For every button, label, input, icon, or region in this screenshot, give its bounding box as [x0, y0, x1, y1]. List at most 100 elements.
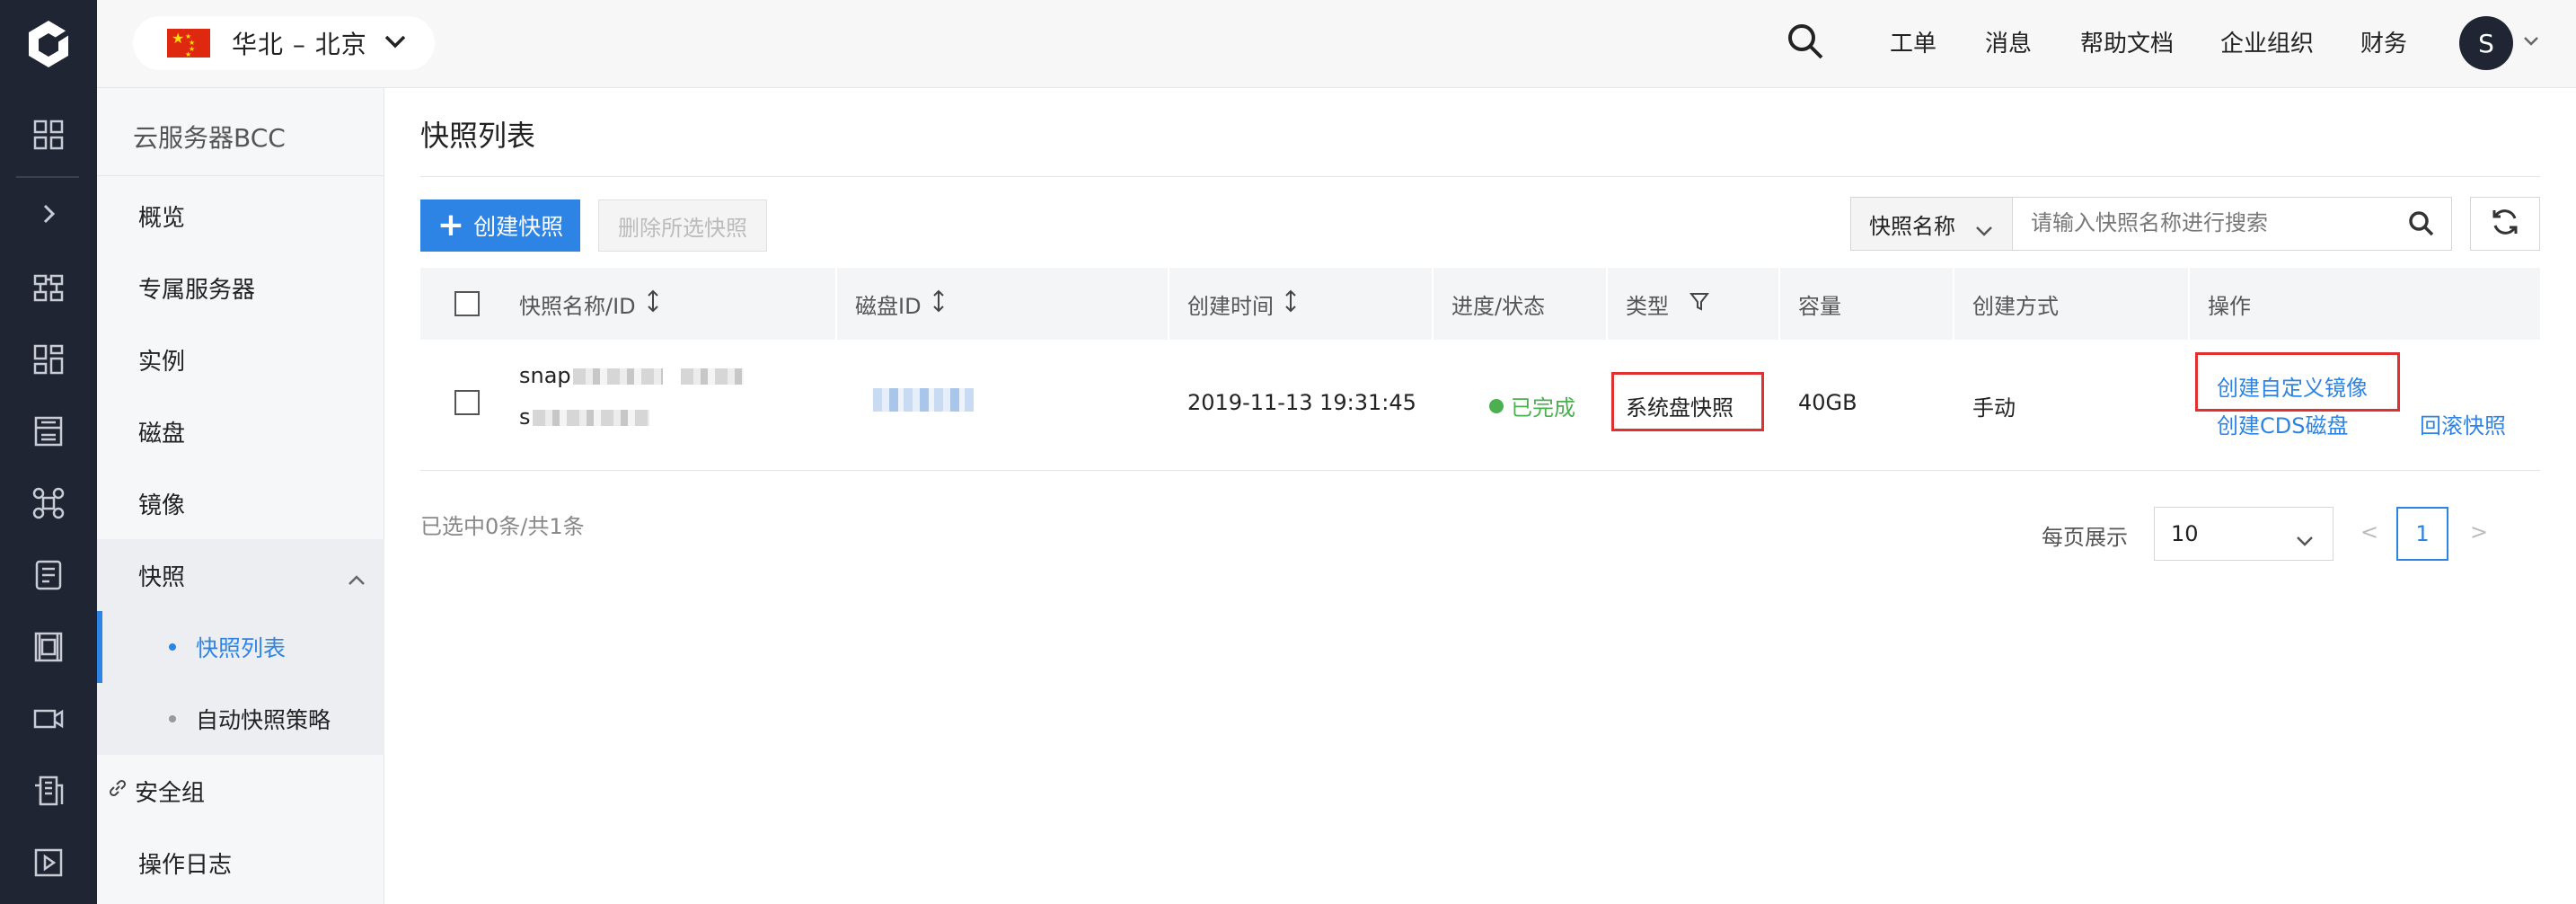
plus-icon: + — [437, 207, 465, 244]
command-icon[interactable] — [25, 480, 72, 527]
main-content: 快照列表 + 创建快照 删除所选快照 快照名称 快照名称/ID 磁盘ID — [384, 88, 2576, 904]
sidebar-item-security-group[interactable]: 安全组 — [97, 755, 384, 827]
sort-icon — [1284, 288, 1297, 319]
snapshot-id-prefix: s — [519, 404, 531, 430]
sidebar-item-auto-snapshot-policy[interactable]: 自动快照策略 — [97, 683, 384, 755]
column-header-disk-id[interactable]: 磁盘ID — [855, 268, 945, 340]
active-indicator — [97, 611, 102, 683]
bullet-dot-icon — [169, 715, 176, 722]
sidebar-item-label: 实例 — [138, 348, 186, 376]
next-page-button[interactable]: > — [2470, 519, 2488, 545]
search-input[interactable] — [2031, 205, 2390, 243]
refresh-button[interactable] — [2470, 197, 2540, 251]
column-divider — [835, 268, 837, 340]
sidebar-item-images[interactable]: 镜像 — [97, 467, 384, 539]
column-label: 进度/状态 — [1451, 293, 1546, 319]
column-label: 容量 — [1798, 293, 1841, 319]
region-selector[interactable]: ★ ★ ★ ★ ★ 华北 – 北京 — [133, 16, 435, 70]
per-page-select[interactable]: 10 — [2154, 507, 2333, 561]
column-header-created-time[interactable]: 创建时间 — [1187, 268, 1297, 340]
column-header-size: 容量 — [1798, 268, 1841, 340]
snapshot-name[interactable]: snap — [519, 363, 789, 394]
column-header-status: 进度/状态 — [1451, 268, 1545, 340]
chevron-down-icon — [1974, 217, 1994, 243]
sidebar-title: 云服务器BCC — [133, 123, 286, 153]
column-header-name[interactable]: 快照名称/ID — [519, 268, 659, 340]
redacted-disk-id — [873, 388, 974, 412]
column-divider — [1432, 268, 1434, 340]
sort-icon — [647, 288, 659, 319]
link-tickets[interactable]: 工单 — [1890, 25, 1936, 58]
status-badge: 已完成 — [1489, 390, 1575, 421]
sort-icon — [932, 288, 945, 319]
sidebar-item-label: 操作日志 — [138, 851, 233, 879]
column-label: 快照名称/ID — [519, 293, 636, 319]
redacted-text — [572, 368, 663, 385]
storage-icon[interactable] — [25, 408, 72, 455]
delete-selected-button[interactable]: 删除所选快照 — [598, 199, 767, 252]
document-icon[interactable] — [25, 552, 72, 598]
database-icon[interactable] — [25, 624, 72, 670]
sidebar-item-overview[interactable]: 概览 — [97, 180, 384, 252]
sidebar-item-instances[interactable]: 实例 — [97, 323, 384, 395]
select-all-checkbox[interactable] — [454, 291, 480, 316]
row-checkbox[interactable] — [454, 390, 480, 415]
sidebar-item-label: 镜像 — [138, 492, 186, 519]
sidebar-item-dedicated-server[interactable]: 专属服务器 — [97, 252, 384, 323]
sidebar-item-label: 快照列表 — [196, 635, 287, 661]
sidebar-item-operation-log[interactable]: 操作日志 — [97, 827, 384, 899]
column-label: 创建方式 — [1972, 293, 2059, 319]
apps-icon[interactable] — [25, 336, 72, 383]
play-icon[interactable] — [25, 839, 72, 886]
create-snapshot-button[interactable]: + 创建快照 — [420, 199, 580, 252]
sidebar-item-label: 安全组 — [135, 779, 206, 807]
disk-id-cell[interactable] — [873, 388, 974, 417]
chevron-down-icon[interactable] — [2522, 34, 2540, 51]
link-help-docs[interactable]: 帮助文档 — [2080, 25, 2174, 58]
rollback-snapshot-link[interactable]: 回滚快照 — [2420, 408, 2506, 439]
create-cds-disk-link[interactable]: 创建CDS磁盘 — [2217, 408, 2348, 439]
redacted-text — [532, 410, 649, 426]
prev-page-button[interactable]: < — [2360, 519, 2378, 545]
search-icon[interactable] — [1786, 22, 1831, 66]
avatar[interactable]: S — [2459, 16, 2513, 70]
per-page-value: 10 — [2171, 521, 2199, 546]
snapshot-name-cell: snap s — [519, 363, 789, 435]
sidebar-item-disks[interactable]: 磁盘 — [97, 395, 384, 467]
search-field-label: 快照名称 — [1869, 213, 1955, 239]
sidebar-item-snapshots[interactable]: 快照 — [97, 539, 384, 611]
sidebar-item-snapshot-list[interactable]: 快照列表 — [97, 611, 384, 683]
search-field-select[interactable]: 快照名称 — [1851, 198, 2013, 250]
creation-method: 手动 — [1972, 395, 2016, 421]
snapshot-name-prefix: snap — [519, 363, 571, 388]
building-icon[interactable] — [25, 767, 72, 814]
snapshot-id: s — [519, 404, 789, 435]
link-organization[interactable]: 企业组织 — [2220, 25, 2314, 58]
video-icon[interactable] — [25, 696, 72, 742]
filter-icon[interactable] — [1689, 290, 1710, 317]
chevron-down-icon — [384, 33, 407, 53]
product-rail — [0, 0, 97, 904]
status-dot-icon — [1489, 398, 1504, 413]
logo-icon[interactable] — [20, 15, 77, 73]
top-header: ★ ★ ★ ★ ★ 华北 – 北京 工单 消息 帮助文档 企业组织 财务 S — [97, 0, 2576, 88]
sidebar-item-label: 磁盘 — [138, 420, 186, 448]
column-label: 创建时间 — [1187, 293, 1274, 319]
sidebar-divider — [97, 175, 384, 176]
dashboard-grid-icon[interactable] — [25, 111, 72, 158]
network-icon[interactable] — [25, 264, 72, 311]
per-page-label: 每页展示 — [2042, 525, 2128, 550]
link-messages[interactable]: 消息 — [1985, 25, 2032, 58]
create-custom-image-link[interactable]: 创建自定义镜像 — [2217, 370, 2368, 402]
search-icon[interactable] — [2408, 210, 2435, 241]
page-button-1[interactable]: 1 — [2396, 507, 2448, 561]
link-finance[interactable]: 财务 — [2360, 25, 2407, 58]
status-text: 已完成 — [1511, 395, 1575, 421]
rail-divider — [16, 176, 79, 178]
expand-chevron-icon[interactable] — [25, 191, 72, 237]
column-label: 类型 — [1626, 293, 1669, 319]
redacted-text — [680, 368, 744, 385]
page-title: 快照列表 — [420, 119, 536, 153]
bullet-dot-icon — [169, 643, 176, 651]
column-header-type[interactable]: 类型 — [1626, 268, 1710, 340]
